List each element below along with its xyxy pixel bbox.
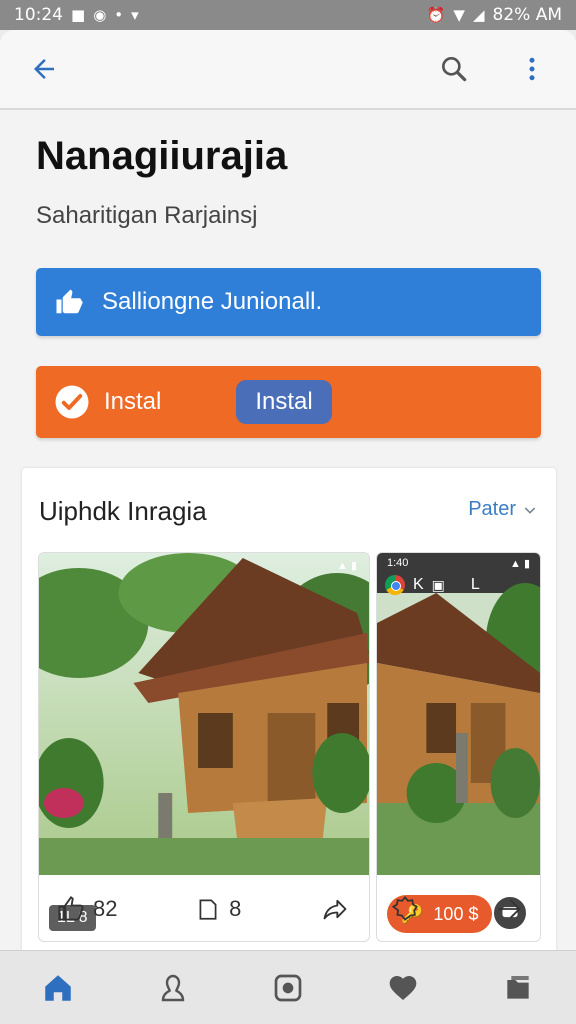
house-photo[interactable] xyxy=(39,553,369,875)
signal-icon: ◢ xyxy=(472,5,485,24)
share-icon xyxy=(323,899,347,920)
app-bar xyxy=(0,30,576,110)
back-button[interactable] xyxy=(22,47,66,91)
home-icon xyxy=(44,974,71,1001)
camera-icon xyxy=(274,974,302,1001)
status-time: 10:24 xyxy=(14,5,63,25)
gallery-filter-label: Pater xyxy=(468,498,516,520)
bottom-navigation xyxy=(0,950,576,1024)
install-banner: Instal Instal xyxy=(36,366,541,438)
chrome-icon xyxy=(385,575,405,595)
dot-icon: • xyxy=(114,5,124,24)
thumbs-up-icon xyxy=(58,895,84,921)
thumbs-up-icon xyxy=(56,289,83,314)
bookmark-icon xyxy=(199,899,217,920)
check-circle-icon xyxy=(55,385,89,419)
next-button[interactable] xyxy=(494,895,526,923)
wifi-icon: ▼ xyxy=(453,5,465,24)
arrow-left-icon xyxy=(34,59,54,79)
share-button[interactable] xyxy=(319,895,351,923)
main-content: Nanagiiurajia Saharitigan Rarjainsj Sall… xyxy=(0,110,576,950)
card-actions: 82 8 xyxy=(39,875,369,941)
shield-icon: ▾ xyxy=(131,5,139,24)
search-icon xyxy=(442,56,467,82)
nav-camera[interactable] xyxy=(266,966,310,1010)
gallery-card[interactable]: 1:40 ▲ ▮ K ▣ L 🔑 100 $ xyxy=(376,552,541,942)
gallery-section: Uiphdk Inragia Pater ▲ ▮ 1L 8 82 8 1:40 … xyxy=(22,468,556,950)
badge-icon xyxy=(391,895,418,921)
gallery-icon: ▣ xyxy=(431,576,445,593)
app-notification-icon: ◉ xyxy=(93,5,107,24)
gallery-title: Uiphdk Inragia xyxy=(39,496,207,526)
install-button[interactable]: Instal xyxy=(236,380,332,424)
chevron-down-icon xyxy=(524,506,536,514)
card-actions xyxy=(377,875,540,941)
photo-overlay-icons: K ▣ L xyxy=(385,575,480,595)
status-bar: 10:24 ■ ◉ • ▾ ⏰ ▼ ◢ 82% AM xyxy=(0,0,576,30)
gallery-filter-dropdown[interactable]: Pater xyxy=(468,498,538,521)
nav-library[interactable] xyxy=(496,966,540,1010)
comment-button[interactable]: 8 xyxy=(195,895,241,923)
like-count: 82 xyxy=(93,896,118,921)
nav-home[interactable] xyxy=(36,966,80,1010)
more-vert-icon xyxy=(529,57,535,81)
k-icon: K xyxy=(413,576,424,593)
like-button[interactable]: 82 xyxy=(57,895,117,923)
badge-button[interactable] xyxy=(391,895,419,923)
photo-mini-status: 1:40 ▲ ▮ xyxy=(377,553,540,573)
photo-status-icons: ▲ ▮ xyxy=(337,560,357,572)
promo-banner-label: Salliongne Junionall. xyxy=(102,288,323,315)
install-banner-label: Instal xyxy=(104,388,162,415)
page-title: Nanagiiurajia xyxy=(36,134,288,178)
search-button[interactable] xyxy=(432,47,476,91)
gallery-card[interactable]: ▲ ▮ 1L 8 82 8 xyxy=(38,552,370,942)
overflow-menu-button[interactable] xyxy=(510,47,554,91)
person-icon xyxy=(161,974,184,1001)
page-subtitle: Saharitigan Rarjainsj xyxy=(36,202,258,229)
battery-text: 82% AM xyxy=(492,5,563,25)
corner-icon: L xyxy=(470,576,480,593)
promo-banner[interactable]: Salliongne Junionall. xyxy=(36,268,541,336)
notification-icon: ■ xyxy=(71,5,86,24)
arrow-right-icon xyxy=(498,899,521,919)
mini-status-time: 1:40 xyxy=(387,557,409,569)
nav-profile[interactable] xyxy=(151,966,195,1010)
mini-status-icons: ▲ ▮ xyxy=(510,557,530,570)
heart-icon xyxy=(389,975,417,1000)
house-photo[interactable] xyxy=(377,553,540,875)
nav-favorites[interactable] xyxy=(381,966,425,1010)
comment-count: 8 xyxy=(229,896,242,921)
alarm-icon: ⏰ xyxy=(426,5,446,24)
folder-icon xyxy=(507,975,530,999)
